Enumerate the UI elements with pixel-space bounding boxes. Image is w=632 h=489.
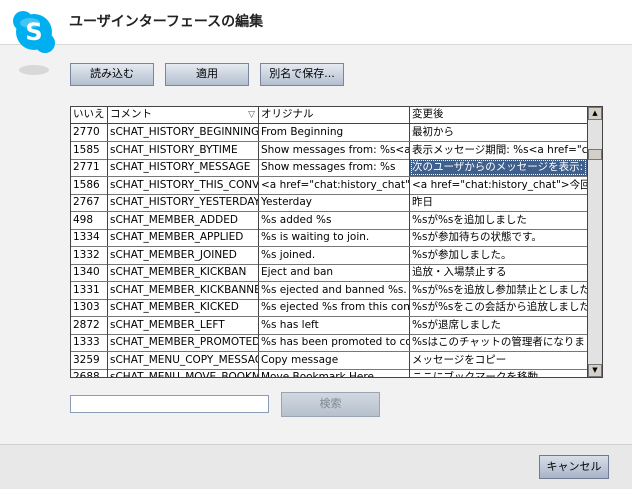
sort-descending-icon: ▽ — [248, 110, 255, 120]
cell-original: %s has been promoted to con — [259, 334, 410, 351]
cell-original: From Beginning — [259, 124, 410, 141]
cell-changed[interactable]: %sが退席しました — [410, 317, 587, 334]
cell-no: 2872 — [71, 316, 108, 334]
column-header-original[interactable]: オリジナル — [259, 107, 410, 123]
header: S ユーザインターフェースの編集 — [0, 0, 632, 75]
cell-changed[interactable]: %sが%sを追放し参加禁止としました — [410, 282, 587, 299]
cell-original: %s added %s — [259, 211, 410, 229]
table-row[interactable]: 2767 sCHAT_HISTORY_YESTERDAY Yesterday 昨日 — [71, 194, 587, 212]
cell-comment: sCHAT_HISTORY_BEGINNING — [108, 124, 259, 141]
cell-comment: sCHAT_HISTORY_MESSAGE — [108, 159, 259, 176]
cell-changed[interactable]: %sはこのチャットの管理者になりました — [410, 334, 587, 351]
svg-text:S: S — [25, 18, 42, 46]
cell-changed[interactable]: %sが参加待ちの状態です。 — [410, 229, 587, 246]
column-header-comment[interactable]: コメント ▽ — [108, 107, 259, 123]
cell-changed[interactable]: 昨日 — [410, 194, 587, 211]
cell-changed[interactable]: 追放・入場禁止する — [410, 264, 587, 281]
cell-comment: sCHAT_MEMBER_APPLIED — [108, 229, 259, 246]
table-row[interactable]: 3259 sCHAT_MENU_COPY_MESSAGE Copy message メ… — [71, 351, 587, 370]
column-header-comment-label: コメント — [110, 108, 152, 120]
cell-no: 1340 — [71, 264, 108, 281]
column-header-no[interactable]: いいえ — [71, 107, 108, 123]
cell-no: 1334 — [71, 229, 108, 246]
cell-changed[interactable]: ここにブックマークを移動 — [410, 369, 587, 377]
cell-comment: sCHAT_MEMBER_LEFT — [108, 316, 259, 334]
table-row[interactable]: 1332 sCHAT_MEMBER_JOINED %s joined. %sが参加しま… — [71, 246, 587, 265]
cell-original: %s joined. — [259, 246, 410, 264]
cell-changed[interactable]: 次のユーザからのメッセージを表示: % — [410, 159, 587, 176]
cell-no: 2767 — [71, 194, 108, 211]
table-row[interactable]: 1303 sCHAT_MEMBER_KICKED %s ejected %s fro… — [71, 299, 587, 317]
cell-original: %s ejected %s from this conve — [259, 299, 410, 316]
cell-comment: sCHAT_MEMBER_KICKED — [108, 299, 259, 316]
table-row[interactable]: 2770 sCHAT_HISTORY_BEGINNING From Beginnin… — [71, 124, 587, 142]
scrollbar-thumb[interactable] — [588, 149, 602, 160]
apply-button[interactable]: 適用 — [165, 63, 249, 86]
table-row[interactable]: 1331 sCHAT_MEMBER_KICKBANNED %s ejected an… — [71, 281, 587, 300]
table-row[interactable]: 1340 sCHAT_MEMBER_KICKBAN Eject and ban 追放・… — [71, 264, 587, 282]
table-row[interactable]: 498 sCHAT_MEMBER_ADDED %s added %s %sが%sを追加… — [71, 211, 587, 230]
cell-comment: sCHAT_HISTORY_BYTIME — [108, 141, 259, 159]
cell-original: %s ejected and banned %s. — [259, 281, 410, 299]
cancel-button[interactable]: キャンセル — [539, 455, 609, 479]
cell-no: 1333 — [71, 334, 108, 351]
table-row[interactable]: 2771 sCHAT_HISTORY_MESSAGE Show messages f… — [71, 159, 587, 177]
cell-no: 1331 — [71, 281, 108, 299]
cell-changed[interactable]: %sが%sを追加しました — [410, 212, 587, 229]
cell-no: 2771 — [71, 159, 108, 176]
scroll-up-icon[interactable]: ▲ — [588, 107, 602, 120]
cell-no: 1585 — [71, 141, 108, 159]
cell-comment: sCHAT_MEMBER_ADDED — [108, 211, 259, 229]
cell-no: 498 — [71, 211, 108, 229]
table-row[interactable]: 1585 sCHAT_HISTORY_BYTIME Show messages fr… — [71, 141, 587, 160]
table-row[interactable]: 2688 sCHAT_MENU_MOVE_BOOKMA Move Bookmark … — [71, 369, 587, 377]
strings-table: いいえ コメント ▽ オリジナル 変更後 2770 sCHAT_HISTORY_B… — [70, 106, 603, 378]
load-button[interactable]: 読み込む — [70, 63, 154, 86]
cell-original: %s is waiting to join. — [259, 229, 410, 246]
cell-comment: sCHAT_MENU_COPY_MESSAGE — [108, 351, 259, 369]
cell-no: 2688 — [71, 369, 108, 377]
cell-changed[interactable]: %sが参加しました。 — [410, 247, 587, 264]
cell-comment: sCHAT_HISTORY_YESTERDAY — [108, 194, 259, 211]
page-title: ユーザインターフェースの編集 — [69, 14, 264, 30]
search-input[interactable] — [70, 395, 269, 413]
cell-original: Eject and ban — [259, 264, 410, 281]
cell-no: 1586 — [71, 176, 108, 194]
cell-original: Copy message — [259, 351, 410, 369]
cell-comment: sCHAT_MEMBER_KICKBANNED — [108, 281, 259, 299]
cell-original: Move Bookmark Here — [259, 369, 410, 377]
cell-no: 2770 — [71, 124, 108, 141]
cell-comment: sCHAT_MENU_MOVE_BOOKMA — [108, 369, 259, 377]
table-header: いいえ コメント ▽ オリジナル 変更後 — [71, 107, 587, 124]
cell-changed[interactable]: メッセージをコピー — [410, 352, 587, 369]
table-row[interactable]: 1334 sCHAT_MEMBER_APPLIED %s is waiting to… — [71, 229, 587, 247]
cell-changed[interactable]: <a href="chat:history_chat">今回の — [410, 177, 587, 194]
footer — [0, 444, 632, 489]
cell-original: <a href="chat:history_chat"> — [259, 176, 410, 194]
skype-logo-icon: S — [13, 11, 55, 75]
cell-comment: sCHAT_MEMBER_KICKBAN — [108, 264, 259, 281]
cell-changed[interactable]: %sが%sをこの会話から追放しました — [410, 299, 587, 316]
cell-original: Show messages from: %s<a h — [259, 141, 410, 159]
cell-no: 1303 — [71, 299, 108, 316]
cell-no: 3259 — [71, 351, 108, 369]
table-row[interactable]: 1586 sCHAT_HISTORY_THIS_CONVE <a href="cha… — [71, 176, 587, 195]
cell-changed[interactable]: 表示メッセージ期間: %s<a href="ch — [410, 142, 587, 159]
cell-original: Show messages from: %s — [259, 159, 410, 176]
cell-changed[interactable]: 最初から — [410, 124, 587, 141]
column-header-changed[interactable]: 変更後 — [410, 107, 587, 123]
vertical-scrollbar[interactable]: ▲ ▼ — [587, 107, 602, 377]
cell-original: %s has left — [259, 316, 410, 334]
table-row[interactable]: 1333 sCHAT_MEMBER_PROMOTED_ %s has been pr… — [71, 334, 587, 352]
search-button[interactable]: 検索 — [281, 392, 380, 417]
cell-comment: sCHAT_MEMBER_JOINED — [108, 246, 259, 264]
save-as-button[interactable]: 別名で保存... — [260, 63, 344, 86]
cell-original: Yesterday — [259, 194, 410, 211]
cell-no: 1332 — [71, 246, 108, 264]
cell-comment: sCHAT_HISTORY_THIS_CONVE — [108, 176, 259, 194]
scroll-down-icon[interactable]: ▼ — [588, 364, 602, 377]
table-row[interactable]: 2872 sCHAT_MEMBER_LEFT %s has left %sが退席しまし… — [71, 316, 587, 335]
cell-comment: sCHAT_MEMBER_PROMOTED_ — [108, 334, 259, 351]
